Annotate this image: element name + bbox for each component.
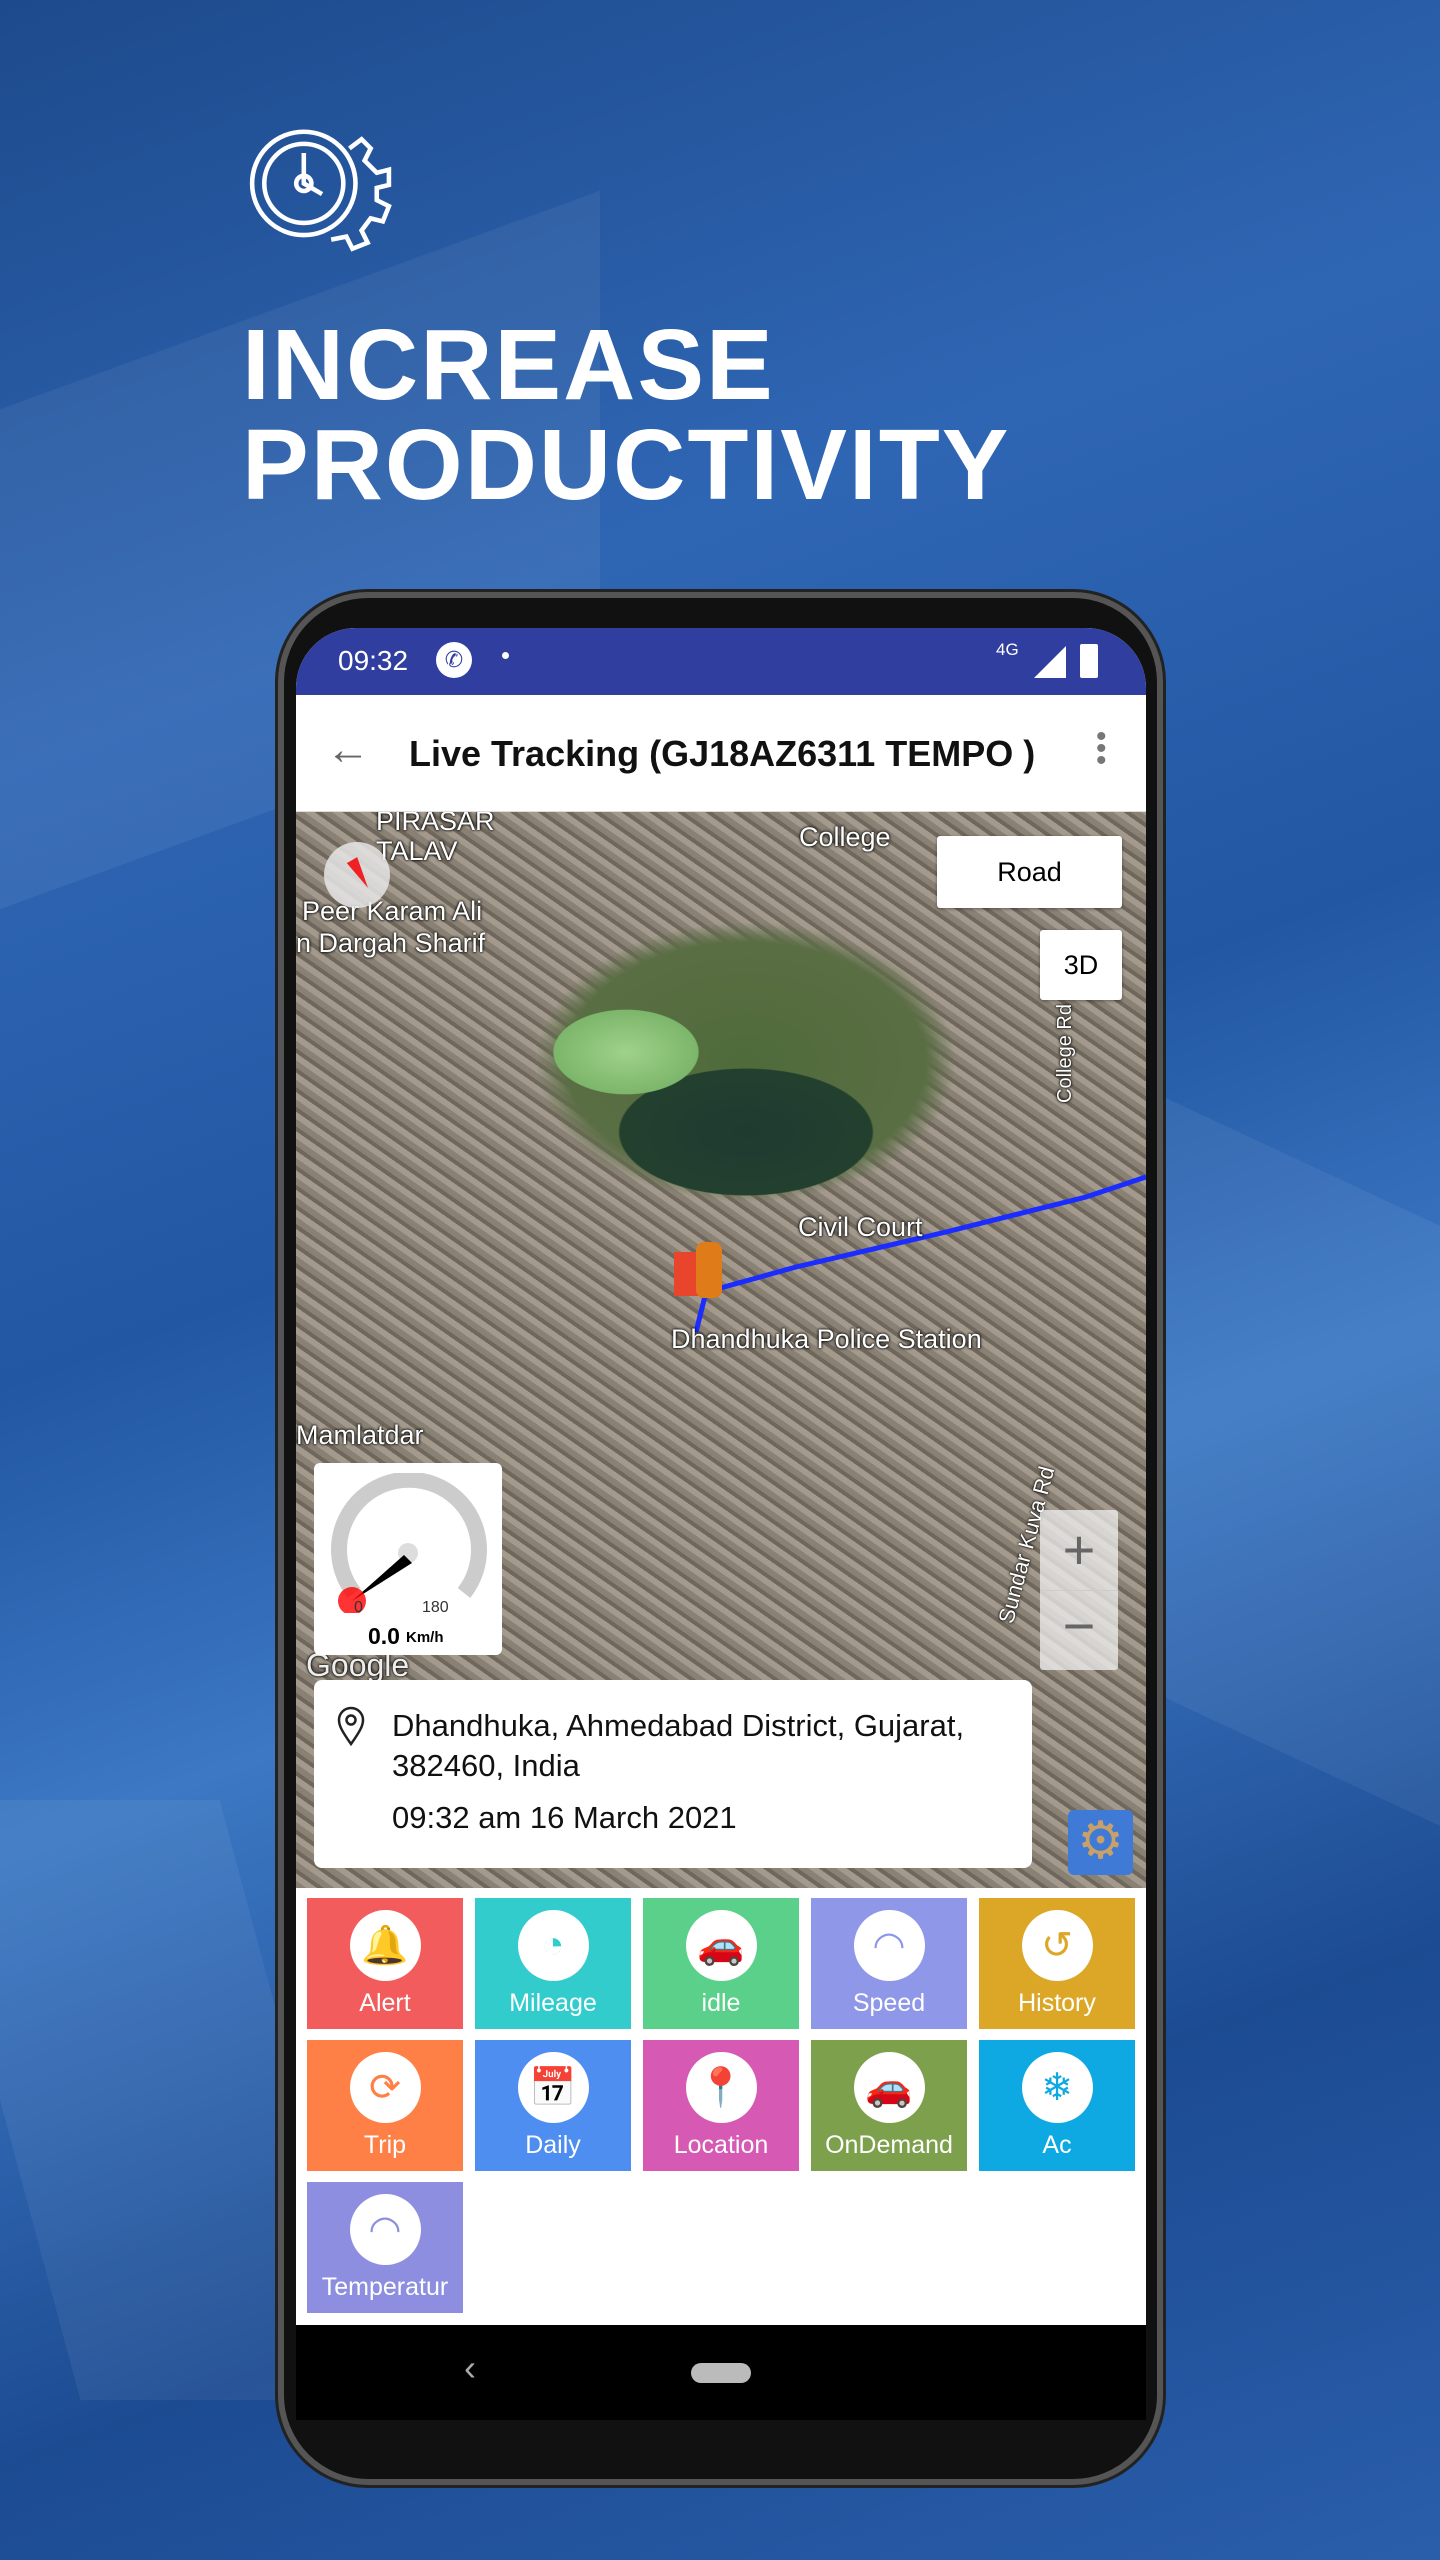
menu-tile-temperatur[interactable]: ◠ Temperatur [307,2182,463,2313]
menu-grid: 🔔 Alert ◔ Mileage 🚗 idle ◠ Speed ↺ History ⟳ Trip 📅 D… [307,1898,1137,2313]
car-signal-icon: 🚗 [685,1910,757,1981]
speedometer-icon: ◠ [349,2194,421,2265]
more-vert-icon[interactable]: • • • [1096,722,1107,776]
zoom-in-button[interactable]: + [1040,1510,1118,1590]
map-label: n Dargah Sharif [296,928,486,958]
menu-tile-label: Speed [852,1989,926,2017]
bell-icon: 🔔 [349,1910,421,1981]
menu-tile-daily[interactable]: 📅 Daily [475,2040,631,2171]
speedometer-gauge [331,1473,487,1613]
signal-icon [1034,646,1066,678]
snowflake-icon: ❄ [1021,2052,1093,2123]
speedometer-card: 0 180 0.0 Km/h [314,1463,502,1655]
speedometer-icon: ◠ [853,1910,925,1981]
zoom-out-button[interactable]: − [1040,1590,1118,1670]
zoom-controls: + − [1040,1510,1118,1670]
compass-icon[interactable] [324,842,390,908]
headline-line1: INCREASE [242,309,775,421]
menu-tile-trip[interactable]: ⟳ Trip [307,2040,463,2171]
phone-screen: 09:32 ✆ 4G ← Live Tracking (GJ18AZ6311 T… [296,628,1146,2420]
network-type: 4G [996,640,1019,659]
menu-tile-speed[interactable]: ◠ Speed [811,1898,967,2029]
vehicle-icon [696,1242,722,1298]
menu-tile-ac[interactable]: ❄ Ac [979,2040,1135,2171]
page-title: Live Tracking (GJ18AZ6311 TEMPO ) [409,733,1036,774]
nav-bar: ‹ [296,2325,1146,2420]
map-label: TALAV [376,836,458,866]
app-bar: ← Live Tracking (GJ18AZ6311 TEMPO ) • • • [296,695,1146,812]
headline-line2: PRODUCTIVITY [242,409,1011,521]
speed-unit: Km/h [406,1629,444,1646]
menu-tile-label: History [1018,1989,1096,2017]
menu-tile-label: Daily [525,2131,581,2159]
map-label: PIRASAR [376,812,495,836]
menu-tile-label: Trip [363,2131,407,2159]
speed-value: 0.0 [368,1623,400,1649]
datetime-text: 09:32 am 16 March 2021 [392,1800,737,1835]
location-pin-icon [337,1706,365,1746]
menu-tile-alert[interactable]: 🔔 Alert [307,1898,463,2029]
map-label: Dhandhuka Police Station [671,1324,982,1354]
menu-tile-location[interactable]: 📍 Location [643,2040,799,2171]
clock-gear-icon [249,129,392,252]
road-view-button[interactable]: Road [937,836,1122,908]
car-signal-icon: 🚗 [853,2052,925,2123]
map-label: College Rd [1053,1004,1076,1103]
menu-tile-label: Ac [1042,2131,1072,2159]
map-label: Peer Karam Ali [302,896,483,926]
back-nav-icon[interactable]: ‹ [464,2347,476,2389]
menu-tile-label: OnDemand [825,2131,953,2159]
3d-view-button[interactable]: 3D [1040,930,1122,1000]
menu-tile-label: idle [701,1989,741,2017]
menu-tile-label: Location [673,2131,769,2159]
speed-min: 0 [354,1599,363,1616]
calendar-clock-icon: 📅 [517,2052,589,2123]
speed-max: 180 [422,1599,449,1616]
history-icon: ↺ [1021,1910,1093,1981]
menu-tile-label: Mileage [509,1989,597,2017]
status-time: 09:32 [338,645,409,676]
map-label: College [799,822,891,852]
address-text: Dhandhuka, Ahmedabad District, Gujarat, … [392,1708,965,1783]
phone-icon: ✆ [436,642,472,678]
location-pin-icon: 📍 [685,2052,757,2123]
recycle-arrows-icon: ⟳ [349,2052,421,2123]
map-label: Mamlatdar [296,1420,424,1450]
menu-tile-idle[interactable]: 🚗 idle [643,1898,799,2029]
notification-dot-icon [502,652,509,659]
menu-tile-ondemand[interactable]: 🚗 OnDemand [811,2040,967,2171]
gear-settings-button[interactable]: ⚙ [1068,1810,1133,1875]
arrow-left-icon[interactable]: ← [326,725,370,775]
menu-tile-mileage[interactable]: ◔ Mileage [475,1898,631,2029]
gauge-icon: ◔ [517,1910,589,1981]
map-label: Civil Court [798,1212,923,1242]
status-bar: 09:32 ✆ 4G [296,628,1146,695]
location-info-card: Dhandhuka, Ahmedabad District, Gujarat, … [314,1680,1032,1868]
menu-tile-history[interactable]: ↺ History [979,1898,1135,2029]
map-view[interactable]: PIRASAR TALAV Peer Karam Ali n Dargah Sh… [296,812,1146,1888]
menu-tile-label: Temperatur [321,2273,449,2301]
menu-tile-label: Alert [359,1989,411,2017]
home-nav-button[interactable] [691,2363,751,2383]
battery-charging-icon [1080,644,1098,678]
